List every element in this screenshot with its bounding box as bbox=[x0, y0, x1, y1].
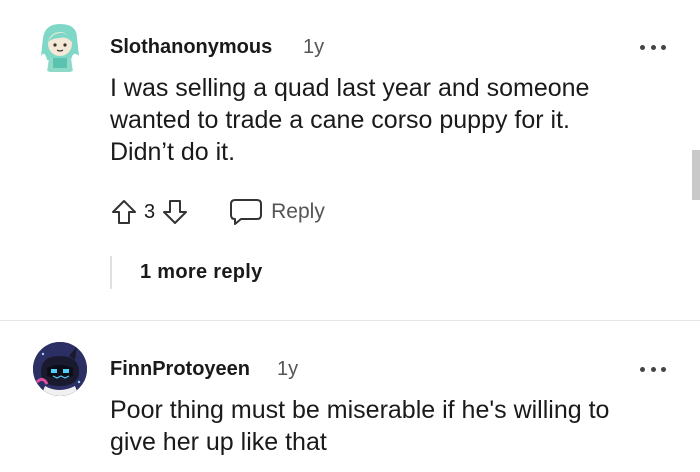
comment-actions: 3 Reply bbox=[110, 196, 325, 228]
more-replies-link[interactable]: 1 more reply bbox=[140, 261, 263, 284]
comment-age: 1y bbox=[277, 358, 299, 380]
protogen-avatar-icon[interactable] bbox=[33, 342, 87, 396]
comment-username[interactable]: FinnProtoyeen bbox=[110, 358, 250, 381]
downvote-button[interactable] bbox=[161, 198, 189, 226]
scrollbar-thumb[interactable] bbox=[692, 150, 700, 200]
downvote-arrow-icon bbox=[163, 200, 188, 224]
comment-username[interactable]: Slothanonymous bbox=[110, 36, 272, 59]
comment-body: I was selling a quad last year and someo… bbox=[110, 74, 590, 166]
reply-button[interactable]: Reply bbox=[229, 197, 325, 227]
comment-body: Poor thing must be miserable if he's wil… bbox=[110, 396, 610, 456]
upvote-arrow-icon bbox=[112, 200, 136, 224]
more-options-icon[interactable] bbox=[640, 40, 666, 54]
more-options-icon[interactable] bbox=[640, 362, 666, 376]
reply-label: Reply bbox=[271, 200, 325, 223]
vote-count: 3 bbox=[144, 200, 156, 223]
comment-slothanonymous: Slothanonymous 1y I was selling a quad l… bbox=[0, 0, 700, 320]
thread-line[interactable] bbox=[110, 256, 112, 289]
speech-bubble-icon bbox=[230, 199, 263, 225]
comment-age: 1y bbox=[303, 36, 325, 58]
upvote-button[interactable] bbox=[110, 198, 138, 226]
sloth-avatar-icon[interactable] bbox=[33, 20, 87, 74]
